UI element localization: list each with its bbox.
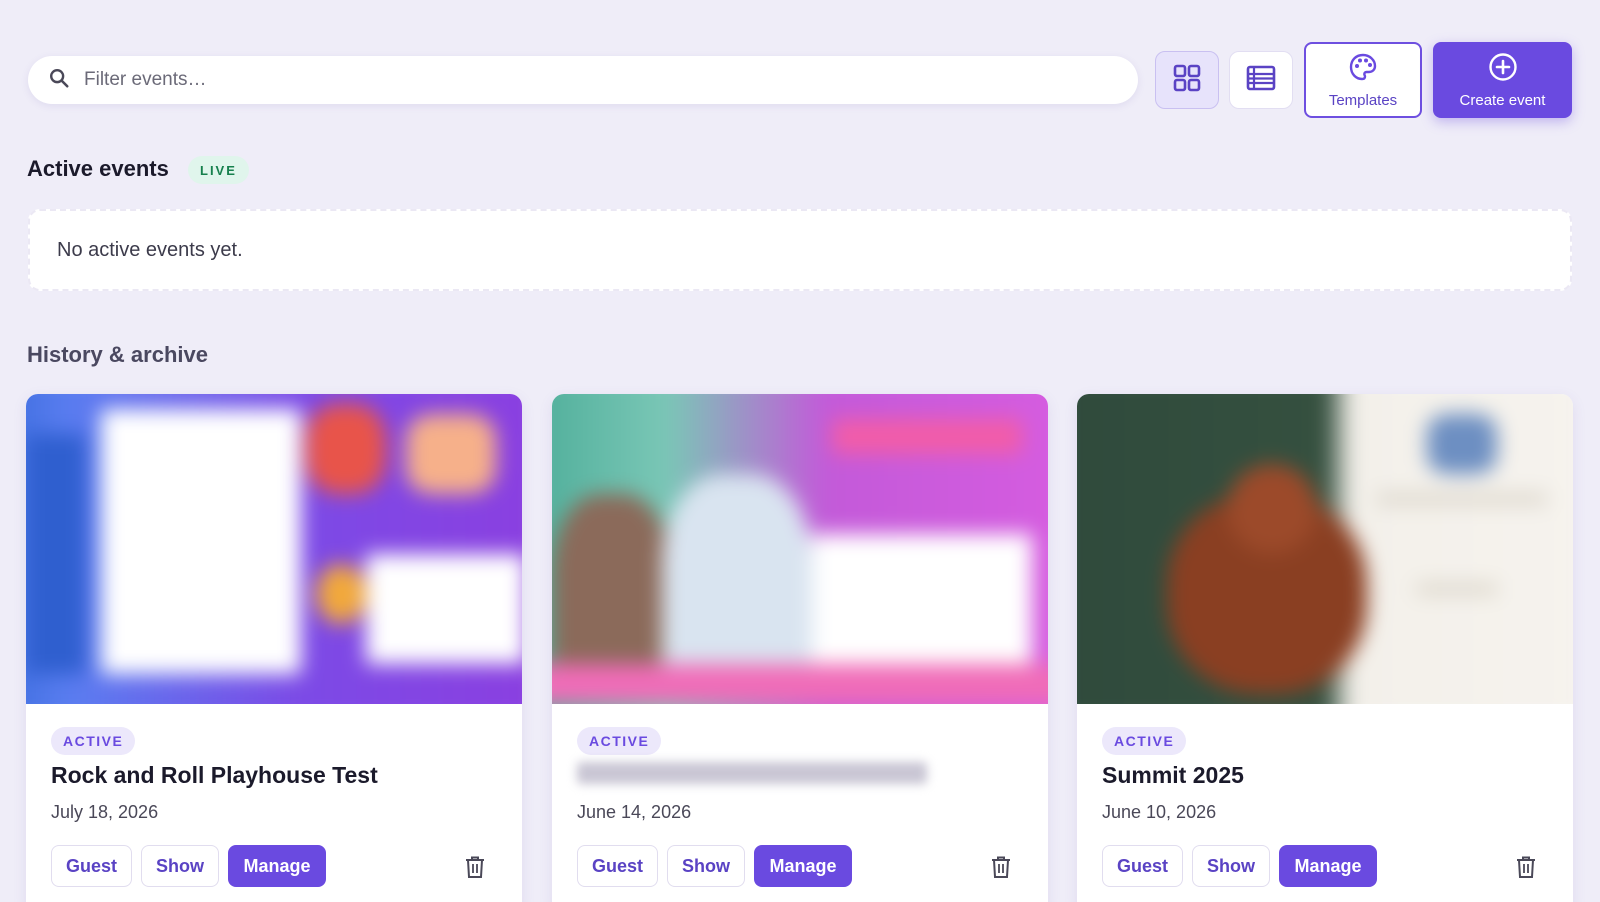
search-bar[interactable]	[28, 56, 1138, 104]
palette-icon	[1348, 52, 1378, 86]
trash-icon[interactable]	[465, 856, 485, 883]
toolbar: Templates Create event	[28, 42, 1572, 118]
event-thumbnail[interactable]	[552, 394, 1048, 704]
create-event-button[interactable]: Create event	[1433, 42, 1572, 118]
event-title: Rock and Roll Playhouse Test	[51, 762, 378, 788]
manage-button[interactable]: Manage	[228, 845, 326, 887]
event-title: Summit 2025	[1102, 762, 1244, 788]
status-badge: ACTIVE	[51, 727, 136, 755]
history-archive-heading: History & archive	[27, 342, 208, 367]
search-icon	[28, 67, 84, 94]
trash-icon[interactable]	[1516, 856, 1536, 883]
guest-button[interactable]: Guest	[51, 845, 132, 887]
show-button[interactable]: Show	[667, 845, 745, 887]
active-events-heading: Active events	[27, 156, 169, 181]
grid-icon	[1173, 64, 1201, 97]
active-events-empty-state: No active events yet.	[28, 209, 1572, 291]
search-input[interactable]	[84, 69, 984, 91]
list-icon	[1246, 65, 1276, 96]
list-view-button[interactable]	[1229, 51, 1293, 109]
event-date: June 14, 2026	[577, 802, 692, 822]
templates-button[interactable]: Templates	[1304, 42, 1422, 118]
event-card: ACTIVE Summit 2025 June 10, 2026 Guest S…	[1077, 394, 1573, 902]
event-date: July 18, 2026	[51, 802, 159, 822]
show-button[interactable]: Show	[141, 845, 219, 887]
event-thumbnail[interactable]	[26, 394, 522, 704]
event-title-blurred	[577, 762, 927, 790]
trash-icon[interactable]	[991, 856, 1011, 883]
event-date: June 10, 2026	[1102, 802, 1217, 822]
show-button[interactable]: Show	[1192, 845, 1270, 887]
create-event-label: Create event	[1459, 91, 1546, 109]
event-thumbnail[interactable]	[1077, 394, 1573, 704]
guest-button[interactable]: Guest	[1102, 845, 1183, 887]
event-card: ACTIVE June 14, 2026 Guest Show Manage	[552, 394, 1048, 902]
guest-button[interactable]: Guest	[577, 845, 658, 887]
empty-state-text: No active events yet.	[57, 238, 243, 261]
manage-button[interactable]: Manage	[754, 845, 852, 887]
event-card: ACTIVE Rock and Roll Playhouse Test July…	[26, 394, 522, 902]
plus-circle-icon	[1488, 52, 1518, 86]
status-badge: ACTIVE	[577, 727, 662, 755]
templates-label: Templates	[1328, 91, 1398, 109]
live-badge: LIVE	[188, 156, 249, 184]
grid-view-button[interactable]	[1155, 51, 1219, 109]
manage-button[interactable]: Manage	[1279, 845, 1377, 887]
status-badge: ACTIVE	[1102, 727, 1187, 755]
